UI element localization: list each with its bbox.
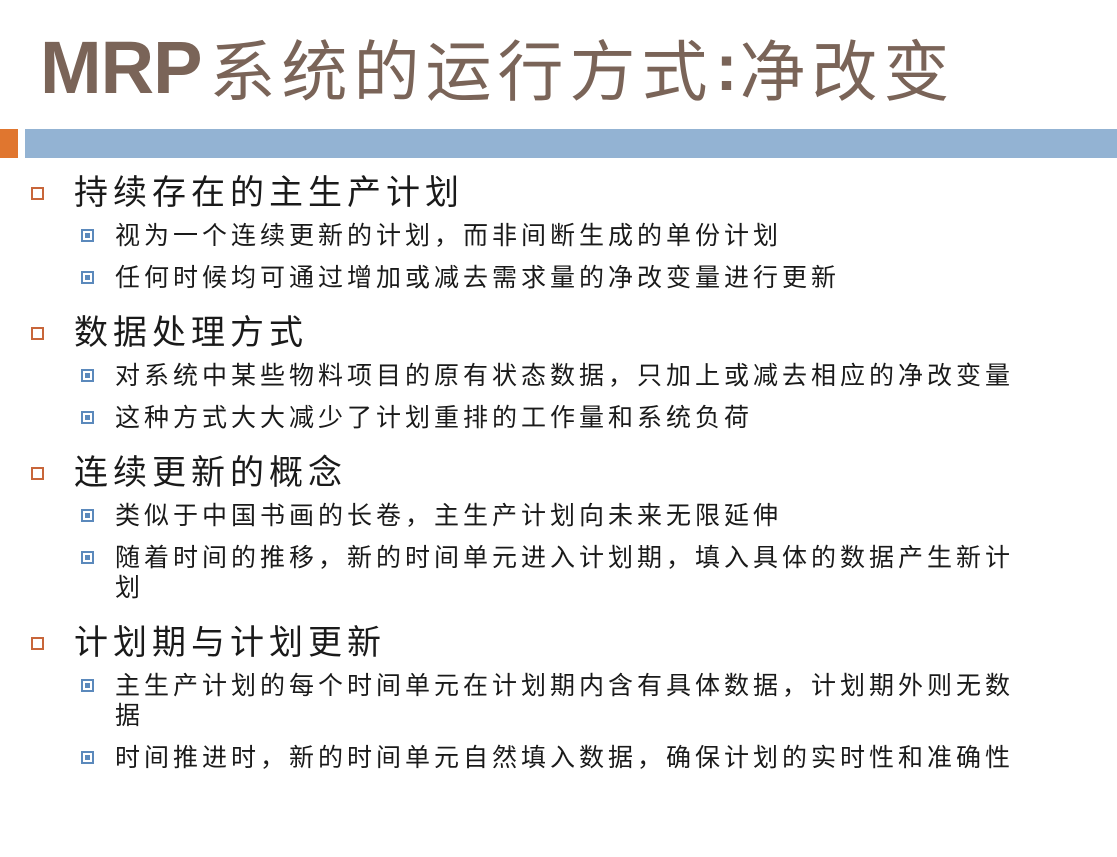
section-heading: 持续存在的主生产计划 (0, 165, 1117, 221)
section-heading-text: 连续更新的概念 (74, 453, 347, 493)
slide-title-main: 系统的运行方式 (209, 34, 714, 111)
list-item-text: 视为一个连续更新的计划，而非间断生成的单份计划 (115, 221, 783, 250)
filled-square-bullet-icon (81, 271, 94, 284)
hollow-square-bullet-icon (31, 637, 44, 650)
section-heading-text: 数据处理方式 (74, 313, 308, 353)
section-heading: 连续更新的概念 (0, 445, 1117, 501)
section-heading-text: 持续存在的主生产计划 (74, 173, 464, 213)
title-underline-bar (25, 129, 1117, 158)
slide-title-acronym: MRP (40, 25, 202, 109)
section-continuous-update: 连续更新的概念 类似于中国书画的长卷，主生产计划向未来无限延伸 随着时间的推移，… (0, 445, 1117, 603)
list-item-text: 对系统中某些物料项目的原有状态数据，只加上或减去相应的净改变量 (115, 361, 1015, 390)
list-item-text: 随着时间的推移，新的时间单元进入计划期，填入具体的数据产生新计划 (115, 543, 1015, 602)
section-heading: 数据处理方式 (0, 305, 1117, 361)
filled-square-bullet-icon (81, 551, 94, 564)
filled-square-bullet-icon (81, 369, 94, 382)
list-item: 类似于中国书画的长卷，主生产计划向未来无限延伸 (0, 501, 1117, 531)
list-item-text: 时间推进时，新的时间单元自然填入数据，确保计划的实时性和准确性 (115, 743, 1015, 772)
list-item-text: 任何时候均可通过增加或减去需求量的净改变量进行更新 (115, 263, 841, 292)
filled-square-bullet-icon (81, 229, 94, 242)
hollow-square-bullet-icon (31, 327, 44, 340)
slide-title-separator: : (715, 30, 738, 104)
list-item-text: 这种方式大大减少了计划重排的工作量和系统负荷 (115, 403, 754, 432)
filled-square-bullet-icon (81, 411, 94, 424)
filled-square-bullet-icon (81, 679, 94, 692)
list-item: 视为一个连续更新的计划，而非间断生成的单份计划 (0, 221, 1117, 251)
section-continuous-mps: 持续存在的主生产计划 视为一个连续更新的计划，而非间断生成的单份计划 任何时候均… (0, 165, 1117, 293)
title-accent-block (0, 129, 18, 158)
hollow-square-bullet-icon (31, 467, 44, 480)
list-item: 对系统中某些物料项目的原有状态数据，只加上或减去相应的净改变量 (0, 361, 1117, 391)
section-planning-horizon: 计划期与计划更新 主生产计划的每个时间单元在计划期内含有具体数据，计划期外则无数… (0, 615, 1117, 773)
section-data-processing: 数据处理方式 对系统中某些物料项目的原有状态数据，只加上或减去相应的净改变量 这… (0, 305, 1117, 433)
section-heading: 计划期与计划更新 (0, 615, 1117, 671)
list-item: 主生产计划的每个时间单元在计划期内含有具体数据，计划期外则无数据 (0, 671, 1117, 731)
list-item: 任何时候均可通过增加或减去需求量的净改变量进行更新 (0, 263, 1117, 293)
list-item-text: 类似于中国书画的长卷，主生产计划向未来无限延伸 (115, 501, 783, 530)
slide-title-tail: 净改变 (739, 34, 956, 111)
slide-title: MRP 系统的运行方式 : 净改变 (40, 12, 955, 122)
section-heading-text: 计划期与计划更新 (74, 623, 386, 663)
list-item: 时间推进时，新的时间单元自然填入数据，确保计划的实时性和准确性 (0, 743, 1117, 773)
list-item: 这种方式大大减少了计划重排的工作量和系统负荷 (0, 403, 1117, 433)
filled-square-bullet-icon (81, 751, 94, 764)
slide-content: 持续存在的主生产计划 视为一个连续更新的计划，而非间断生成的单份计划 任何时候均… (0, 165, 1117, 785)
hollow-square-bullet-icon (31, 187, 44, 200)
filled-square-bullet-icon (81, 509, 94, 522)
list-item-text: 主生产计划的每个时间单元在计划期内含有具体数据，计划期外则无数据 (115, 671, 1015, 730)
list-item: 随着时间的推移，新的时间单元进入计划期，填入具体的数据产生新计划 (0, 543, 1117, 603)
